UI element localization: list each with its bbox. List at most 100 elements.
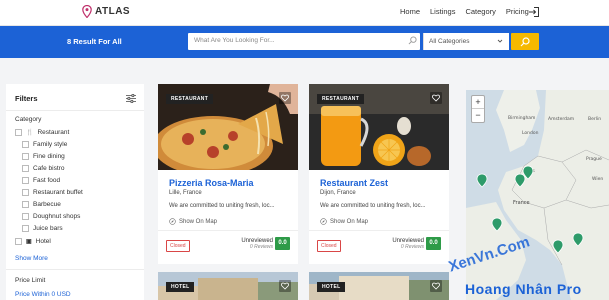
filter-label: Hotel — [35, 238, 51, 245]
search-button[interactable] — [511, 33, 539, 50]
listing-image[interactable]: HOTEL — [309, 272, 449, 300]
listing-title[interactable]: Restaurant Zest — [320, 178, 388, 188]
show-on-map-label: Show On Map — [330, 218, 369, 225]
review-count: 0 Reviews — [400, 244, 424, 250]
brand-name: ATLAS — [95, 6, 131, 17]
divider — [6, 110, 144, 111]
bookmark-button[interactable] — [430, 280, 442, 292]
zoom-out-button[interactable]: − — [472, 109, 484, 122]
search-input[interactable] — [194, 37, 394, 44]
rating-score: 0.0 — [275, 237, 290, 250]
filter-label: Doughnut shops — [33, 213, 81, 220]
show-on-map-link[interactable]: Show On Map — [169, 218, 217, 225]
chevron-down-icon — [497, 39, 503, 43]
bookmark-button[interactable] — [279, 280, 291, 292]
divider — [6, 269, 144, 270]
listing-card[interactable]: HOTEL — [158, 272, 298, 300]
checkbox[interactable] — [22, 189, 29, 196]
checkbox[interactable] — [22, 153, 29, 160]
checkbox[interactable] — [15, 129, 22, 136]
map-label: Wien — [592, 176, 603, 182]
divider — [158, 230, 298, 231]
filter-doughnut-shops[interactable]: Doughnut shops — [22, 213, 80, 220]
filter-restaurant[interactable]: 🍴 Restaurant — [15, 129, 69, 136]
listings-map[interactable]: Birmingham London Amsterdam Berlin Paris… — [466, 90, 609, 300]
category-badge: HOTEL — [166, 282, 195, 292]
filter-fine-dining[interactable]: Fine dining — [22, 153, 65, 160]
hotel-icon: ▣ — [26, 239, 32, 245]
nav-pricing[interactable]: Pricing — [506, 7, 529, 16]
listing-description: We are committed to uniting fresh, loc..… — [320, 203, 426, 209]
listing-card[interactable]: RESTAURANT Pizzeria Rosa-Maria Lille, Fr… — [158, 84, 298, 264]
filter-barbecue[interactable]: Barbecue — [22, 201, 61, 208]
checkbox[interactable] — [22, 177, 29, 184]
heart-icon — [432, 94, 440, 102]
review-summary: Unreviewed 0 Reviews — [386, 238, 424, 250]
search-icon — [520, 37, 530, 47]
listing-location: Lille, France — [169, 190, 202, 196]
show-more-link[interactable]: Show More — [15, 255, 48, 262]
divider — [309, 230, 449, 231]
compass-icon — [320, 218, 327, 225]
filter-label: Fine dining — [33, 153, 65, 160]
category-badge: HOTEL — [317, 282, 346, 292]
status-badge: Closed — [166, 240, 190, 252]
login-icon[interactable] — [528, 6, 540, 18]
filter-label: Family style — [33, 141, 68, 148]
listing-title[interactable]: Pizzeria Rosa-Maria — [169, 178, 254, 188]
filter-fast-food[interactable]: Fast food — [22, 177, 60, 184]
map-zoom-control: + − — [471, 95, 485, 123]
filter-juice-bars[interactable]: Juice bars — [22, 225, 63, 232]
checkbox[interactable] — [22, 165, 29, 172]
listing-image[interactable]: RESTAURANT — [158, 84, 298, 170]
filter-restaurant-buffet[interactable]: Restaurant buffet — [22, 189, 83, 196]
nav-listings[interactable]: Listings — [430, 7, 455, 16]
review-count: 0 Reviews — [249, 244, 273, 250]
zoom-in-button[interactable]: + — [472, 96, 484, 109]
brand-logo[interactable]: ATLAS — [82, 5, 130, 18]
listing-description: We are committed to uniting fresh, loc..… — [169, 203, 275, 209]
filter-label: Restaurant buffet — [33, 189, 83, 196]
filters-panel: Filters Category 🍴 Restaurant Family sty… — [6, 84, 144, 300]
filter-label: Barbecue — [33, 201, 61, 208]
filters-title: Filters — [15, 94, 38, 103]
checkbox[interactable] — [15, 238, 22, 245]
result-count: 8 Result For All — [67, 37, 122, 46]
listing-card[interactable]: RESTAURANT Restaurant Zest Dijon, France… — [309, 84, 449, 264]
filter-cafe-bistro[interactable]: Cafe bistro — [22, 165, 64, 172]
bookmark-button[interactable] — [430, 92, 442, 104]
map-label: France — [513, 200, 530, 206]
listing-image[interactable]: HOTEL — [158, 272, 298, 300]
filter-label: Cafe bistro — [33, 165, 65, 172]
category-select[interactable]: All Categories — [423, 33, 509, 50]
status-badge: Closed — [317, 240, 341, 252]
nav-category[interactable]: Category — [465, 7, 495, 16]
filter-label: Fast food — [33, 177, 61, 184]
bookmark-button[interactable] — [279, 92, 291, 104]
listing-image[interactable]: RESTAURANT — [309, 84, 449, 170]
nav-home[interactable]: Home — [400, 7, 420, 16]
checkbox[interactable] — [22, 201, 29, 208]
search-icon — [408, 36, 417, 45]
price-within-value: Price Within 0 USD — [15, 291, 71, 298]
compass-icon — [169, 218, 176, 225]
show-on-map-link[interactable]: Show On Map — [320, 218, 368, 225]
checkbox[interactable] — [22, 213, 29, 220]
map-label: Prague — [586, 156, 602, 162]
category-select-value: All Categories — [429, 38, 470, 45]
checkbox[interactable] — [22, 141, 29, 148]
show-on-map-label: Show On Map — [179, 218, 218, 225]
map-pin-icon — [82, 5, 92, 18]
checkbox[interactable] — [22, 225, 29, 232]
category-badge: RESTAURANT — [317, 94, 365, 104]
listing-card[interactable]: HOTEL — [309, 272, 449, 300]
map-label: London — [522, 130, 539, 136]
map-label: Amsterdam — [548, 116, 574, 122]
filter-family-style[interactable]: Family style — [22, 141, 67, 148]
sliders-icon[interactable] — [126, 94, 136, 103]
heart-icon — [432, 282, 440, 290]
price-limit-label: Price Limit — [15, 277, 46, 284]
filter-hotel[interactable]: ▣ Hotel — [15, 238, 51, 245]
utensils-icon: 🍴 — [26, 130, 34, 136]
filter-label: Juice bars — [33, 225, 63, 232]
